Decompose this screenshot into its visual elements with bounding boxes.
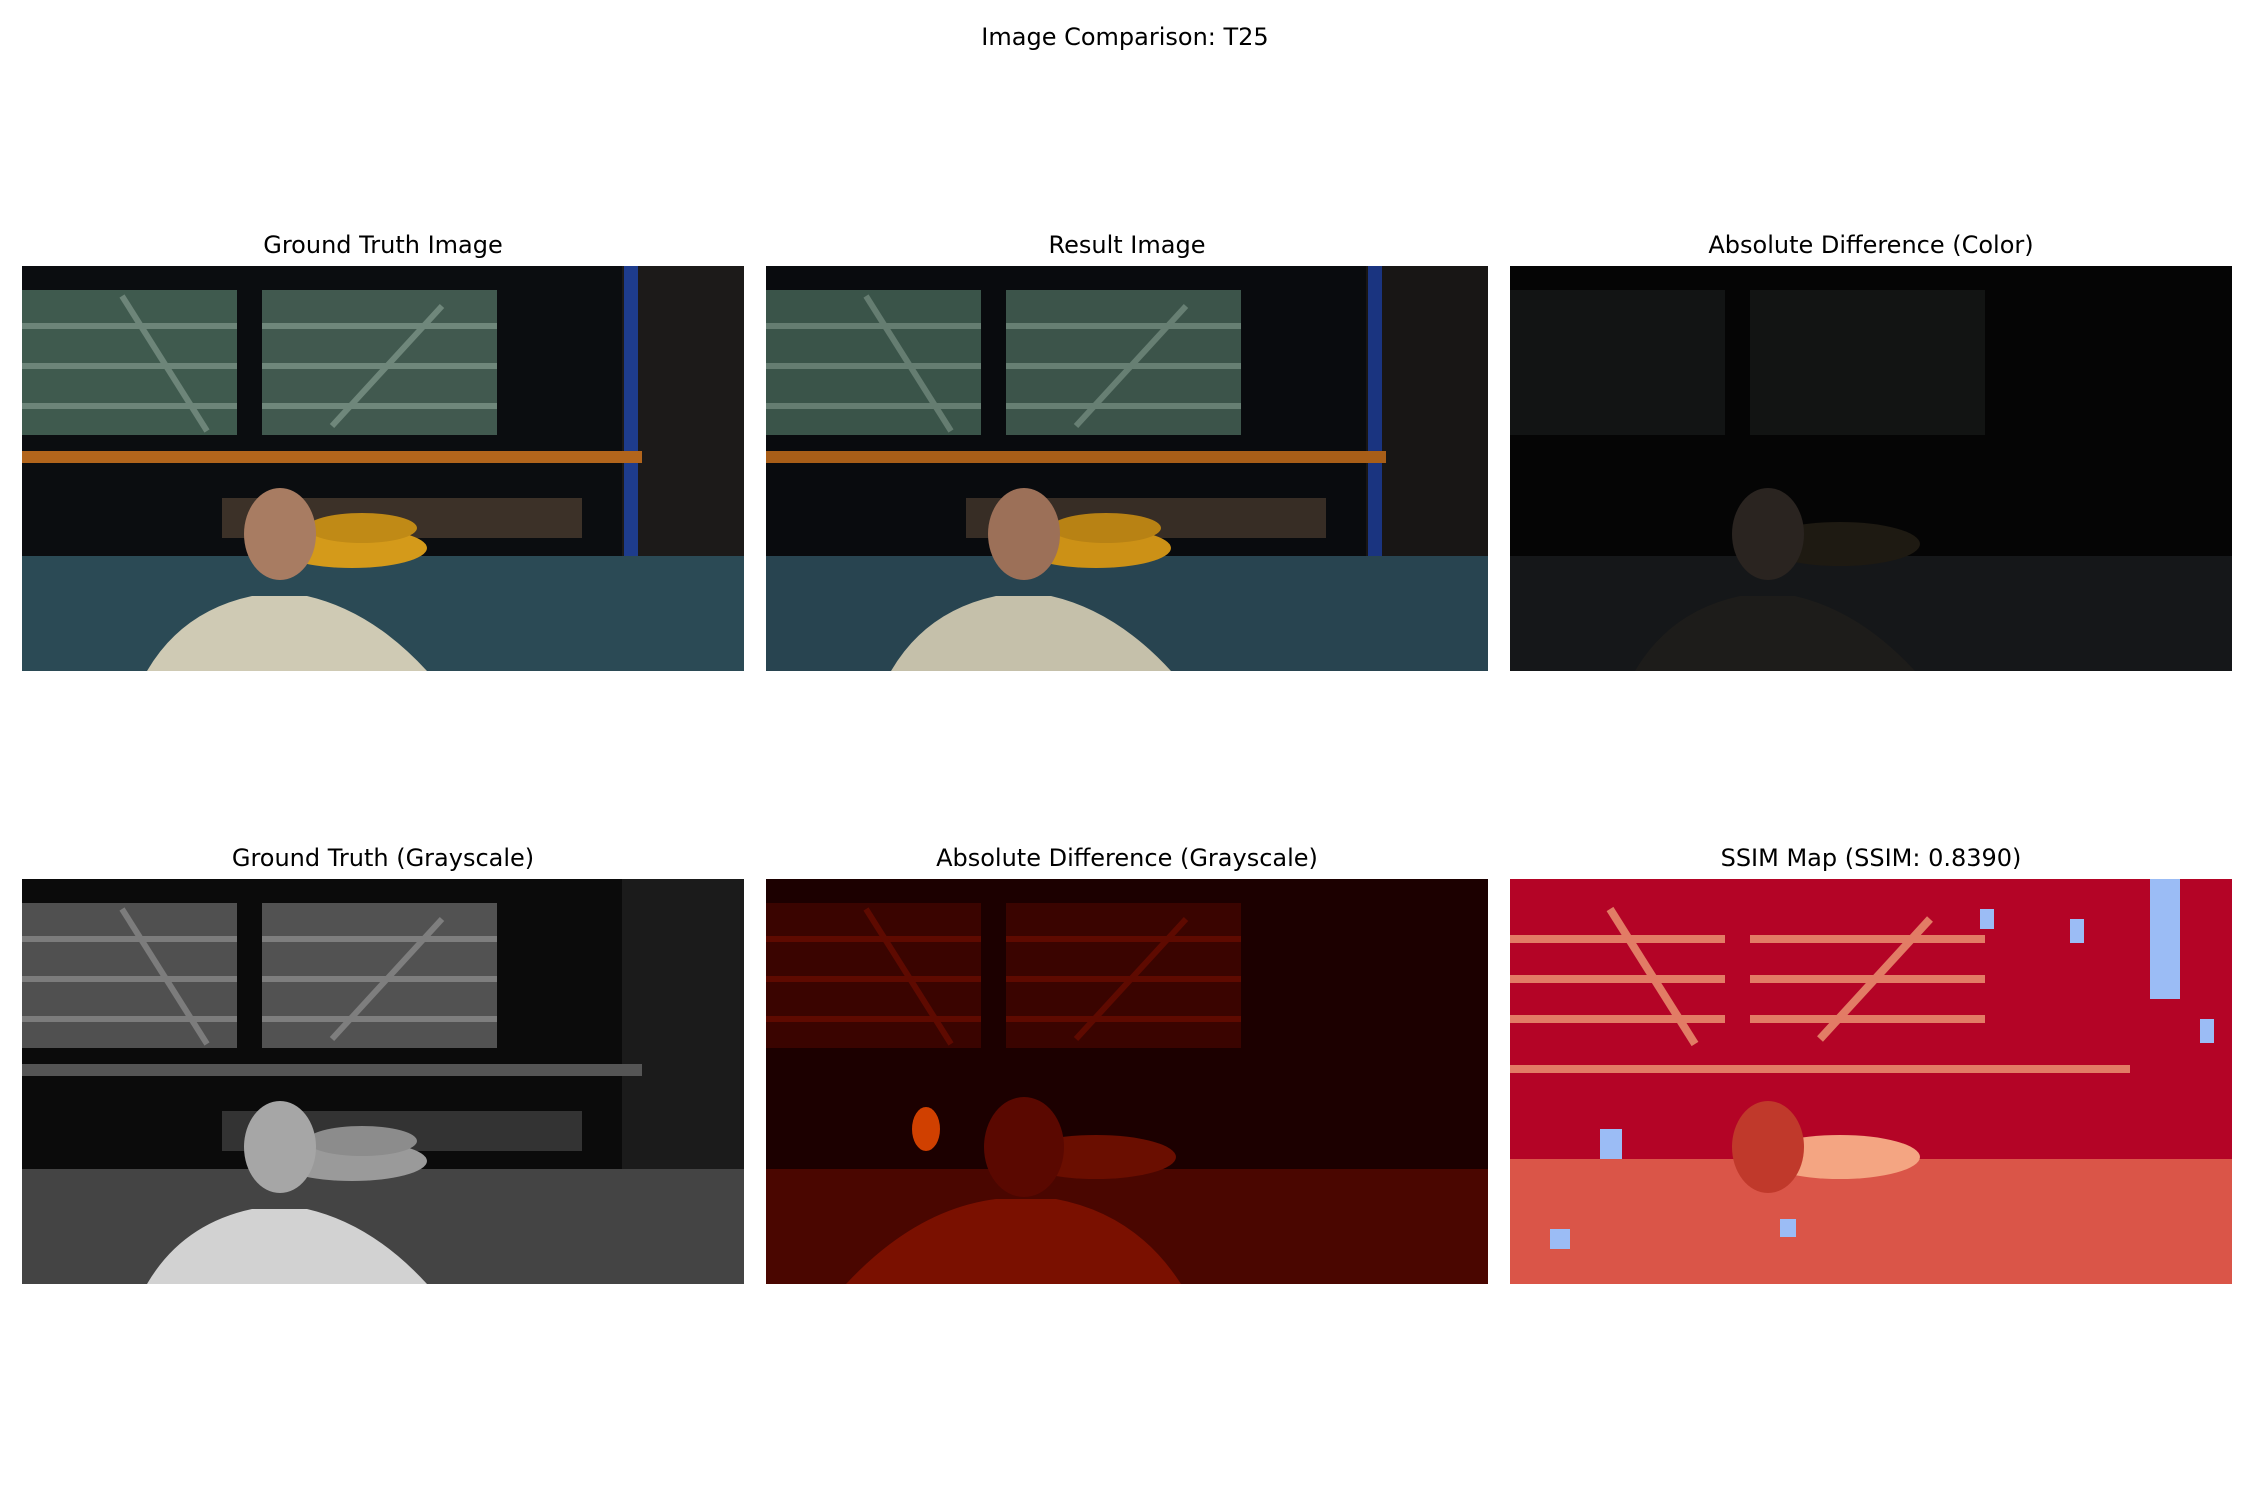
panel-title-ground-truth: Ground Truth Image (263, 231, 503, 259)
figure-title: Image Comparison: T25 (981, 23, 1269, 51)
result-image (766, 266, 1488, 671)
panel-title-abs-diff-grayscale: Absolute Difference (Grayscale) (936, 844, 1318, 872)
panel-title-abs-diff-color: Absolute Difference (Color) (1708, 231, 2034, 259)
panel-title-result: Result Image (1048, 231, 1206, 259)
panel-title-ground-truth-grayscale: Ground Truth (Grayscale) (231, 844, 535, 872)
abs-diff-grayscale-heatmap (766, 879, 1488, 1284)
panel-title-ssim-map: SSIM Map (SSIM: 0.8390) (1720, 844, 2022, 872)
abs-diff-color-image (1510, 266, 2232, 671)
ssim-map-heatmap (1510, 879, 2232, 1284)
ground-truth-grayscale-image (22, 879, 744, 1284)
ground-truth-image (22, 266, 744, 671)
